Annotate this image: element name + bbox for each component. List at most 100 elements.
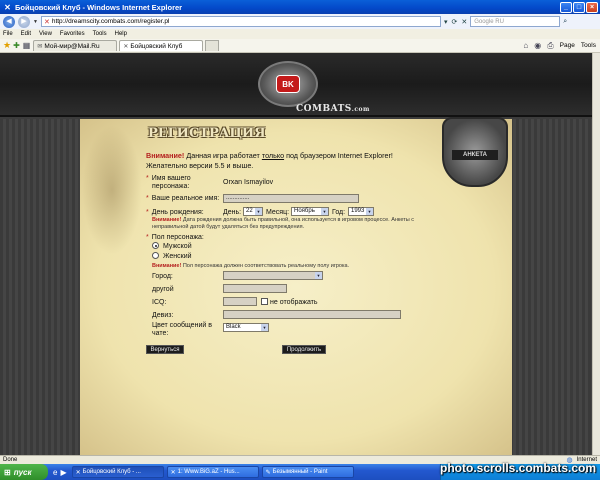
tab-label: Бойцовский Клуб: [130, 42, 183, 50]
back-nav-button[interactable]: ◀: [3, 15, 15, 28]
day-select[interactable]: 22 ▼: [243, 207, 263, 216]
status-text: Done: [3, 457, 18, 463]
back-button[interactable]: Вернуться: [146, 345, 184, 354]
menu-tools[interactable]: Tools: [93, 31, 107, 37]
city-select[interactable]: ▼: [223, 271, 323, 280]
ie-icon: ✕: [4, 2, 11, 12]
chat-color-label-2: чате:: [152, 330, 169, 337]
gender-male-label: Мужской: [163, 243, 192, 250]
favorites-star-icon[interactable]: ★: [3, 40, 11, 51]
icq-label: ICQ:: [152, 299, 167, 306]
ie-task-icon: ✕: [170, 469, 176, 476]
tools-menu[interactable]: Tools: [581, 42, 596, 49]
search-placeholder: Google RU: [474, 18, 504, 25]
tab-page-icon: ✉: [37, 43, 43, 50]
menu-view[interactable]: View: [39, 31, 52, 37]
feeds-icon[interactable]: ◉: [534, 41, 541, 50]
window-title-bar: ✕ Бойцовский Клуб - Windows Internet Exp…: [0, 0, 600, 14]
other-city-label: другой: [152, 286, 174, 293]
gender-male-radio[interactable]: [152, 242, 159, 249]
birthday-note: Внимание! Дата рождения должна быть прав…: [152, 217, 415, 230]
warrior-art: [82, 125, 142, 255]
forward-nav-button[interactable]: ▶: [18, 15, 30, 28]
chevron-down-icon: ▼: [321, 208, 328, 215]
address-dropdown-icon[interactable]: ▾: [444, 18, 448, 26]
badge-label: АНКЕТА: [452, 150, 498, 160]
year-label: Год:: [332, 209, 346, 216]
month-label: Месяц:: [266, 209, 290, 216]
print-icon[interactable]: ⎙: [547, 41, 553, 51]
tab-page-icon: ✕: [123, 43, 129, 50]
refresh-icon[interactable]: ⟳: [451, 18, 457, 26]
browser-warning: Внимание! Данная игра работает только по…: [146, 151, 393, 170]
address-bar[interactable]: ✕ http://dreamscity.combats.com/register…: [40, 16, 441, 27]
window-title: Бойцовский Клуб - Windows Internet Explo…: [15, 2, 183, 12]
realname-label: * Ваше реальное имя:: [146, 195, 220, 202]
ie-task-icon: ✕: [75, 469, 81, 476]
watermark: photo.scrolls.combats.com: [440, 461, 597, 475]
right-border: [510, 119, 600, 455]
windows-flag-icon: ⊞: [4, 467, 11, 477]
page-menu[interactable]: Page: [560, 42, 575, 49]
minimize-button[interactable]: _: [560, 1, 572, 13]
chevron-down-icon: ▼: [315, 272, 322, 279]
chevron-down-icon: ▼: [255, 208, 262, 215]
chat-color-label: Цвет сообщений в: [152, 322, 212, 329]
page-favicon-icon: ✕: [43, 18, 50, 26]
real-name-input[interactable]: ..............: [223, 194, 359, 203]
close-button[interactable]: ×: [586, 1, 598, 13]
icq-hide-checkbox[interactable]: [261, 298, 268, 305]
tab-fight-club[interactable]: ✕ Бойцовский Клуб: [119, 40, 204, 51]
icq-input[interactable]: [223, 297, 257, 306]
birthday-label: * День рождения:: [146, 209, 204, 216]
motto-label: Девиз:: [152, 312, 174, 319]
task-paint[interactable]: ✎ Безымянный - Paint: [261, 466, 354, 478]
menu-edit[interactable]: Edit: [21, 31, 31, 37]
page-viewport: BK COMBATS.com АНКЕТА РЕГИСТРАЦИЯ Вниман…: [0, 53, 600, 455]
logo-core: BK: [276, 75, 300, 93]
task-big-az[interactable]: ✕ 1: Www.BiG.aZ - Hus...: [166, 466, 259, 478]
city-label: Город:: [152, 273, 173, 280]
media-quicklaunch-icon[interactable]: ▶: [60, 468, 66, 477]
gender-female-radio[interactable]: [152, 252, 159, 259]
logo-text: COMBATS.com: [296, 104, 370, 114]
gender-label: * Пол персонажа:: [146, 234, 204, 241]
character-name-value: Orxan Ismayilov: [223, 179, 274, 186]
left-border: [0, 119, 78, 455]
menu-help[interactable]: Help: [115, 31, 127, 37]
motto-input[interactable]: [223, 310, 401, 319]
gender-female-label: Женский: [163, 253, 192, 260]
other-city-input[interactable]: [223, 284, 287, 293]
chevron-down-icon: ▼: [366, 208, 373, 215]
tab-label: Мой-мир@Mail.Ru: [44, 42, 100, 50]
name-label-2: персонажа:: [152, 183, 190, 190]
home-icon[interactable]: ⌂: [523, 41, 528, 50]
menu-favorites[interactable]: Favorites: [60, 31, 85, 37]
tab-mail-ru[interactable]: ✉ Мой-мир@Mail.Ru: [33, 40, 118, 51]
add-favorite-icon[interactable]: ✚: [13, 41, 20, 50]
year-select[interactable]: 1993 ▼: [348, 207, 374, 216]
address-row: ◀ ▶ ▼ ✕ http://dreamscity.combats.com/re…: [0, 14, 600, 29]
day-label: День:: [223, 209, 242, 216]
continue-button[interactable]: Продолжить: [282, 345, 326, 354]
search-icon[interactable]: ⌕: [563, 18, 567, 26]
task-fight-club[interactable]: ✕ Бойцовский Клуб - ...: [71, 466, 164, 478]
month-select[interactable]: Ноябрь ▼: [291, 207, 329, 216]
search-input[interactable]: Google RU: [470, 16, 561, 27]
icq-hide-label: не отображать: [270, 299, 318, 306]
gender-note: Внимание! Пол персонажа должен соответст…: [152, 263, 350, 269]
tab-list-icon[interactable]: ▦: [23, 41, 31, 50]
new-tab-button[interactable]: [205, 40, 220, 51]
maximize-button[interactable]: □: [573, 1, 585, 13]
vertical-scrollbar[interactable]: [592, 53, 600, 455]
chat-color-select[interactable]: Black ▼: [223, 323, 269, 332]
name-label: * Имя вашего: [146, 175, 191, 182]
start-button[interactable]: ⊞ пуск: [0, 464, 48, 480]
address-url: http://dreamscity.combats.com/register.p…: [51, 18, 170, 25]
ie-quicklaunch-icon[interactable]: e: [53, 468, 57, 477]
chevron-down-icon: ▼: [261, 324, 268, 331]
page-title: РЕГИСТРАЦИЯ: [148, 126, 266, 141]
stop-icon[interactable]: ✕: [461, 18, 467, 26]
menu-file[interactable]: File: [3, 31, 13, 37]
history-dropdown-icon[interactable]: ▼: [33, 19, 38, 25]
